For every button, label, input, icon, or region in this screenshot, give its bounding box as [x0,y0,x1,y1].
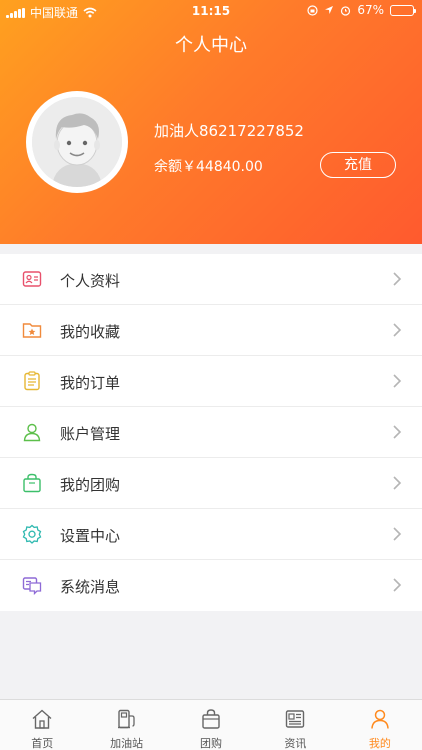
group-buy-bag-icon [23,473,41,493]
menu-item-label: 我的收藏 [60,323,121,341]
tab-label: 资讯 [284,737,307,750]
status-bar: 中国联通 11:15 67% [0,0,422,22]
avatar-image [32,97,122,187]
menu-item-label: 我的团购 [60,476,121,494]
news-icon [286,710,305,728]
shopping-bag-icon [202,709,220,729]
rotation-lock-icon [307,4,318,16]
tab-mine[interactable]: 我的 [338,700,422,750]
recharge-button[interactable]: 充值 [320,152,396,178]
menu-item-settings[interactable]: 设置中心 [0,509,422,560]
chevron-right-icon [393,425,402,439]
menu-item-favorites[interactable]: 我的收藏 [0,305,422,356]
tab-label: 团购 [200,737,223,750]
menu-item-label: 系统消息 [60,578,121,596]
menu-item-label: 个人资料 [60,272,121,290]
menu-item-label: 我的订单 [60,374,121,392]
tab-group-buy[interactable]: 团购 [169,700,253,750]
alarm-icon [341,5,351,16]
chevron-right-icon [393,578,402,592]
message-icon [22,577,42,595]
page-title: 个人中心 [175,35,247,56]
profile-header: 中国联通 11:15 67% 个人中心 加油人86217227852 余额￥44… [0,0,422,244]
settings-gear-icon [22,524,42,544]
menu-item-messages[interactable]: 系统消息 [0,560,422,611]
favorites-folder-icon [22,323,42,338]
account-person-icon [23,423,41,442]
menu-item-profile[interactable]: 个人资料 [0,254,422,305]
chevron-right-icon [393,323,402,337]
battery-percent: 67% [357,3,384,17]
tab-label: 加油站 [110,737,144,750]
chevron-right-icon [393,374,402,388]
menu-item-label: 设置中心 [60,527,121,545]
menu-list: 个人资料 我的收藏 我的订单 账户管理 我的团购 设置中心 系统消息 [0,254,422,611]
home-icon [32,709,52,729]
order-list-icon [24,371,40,391]
menu-item-orders[interactable]: 我的订单 [0,356,422,407]
chevron-right-icon [393,272,402,286]
person-icon [371,709,389,729]
avatar[interactable] [26,91,128,193]
chevron-right-icon [393,476,402,490]
tab-news[interactable]: 资讯 [253,700,337,750]
chevron-right-icon [393,527,402,541]
tab-label: 首页 [31,737,54,750]
location-icon [325,6,334,14]
tab-bar: 首页 加油站 团购 资讯 我的 [0,699,422,750]
menu-item-label: 账户管理 [60,425,121,443]
menu-item-group-buy[interactable]: 我的团购 [0,458,422,509]
user-name: 加油人86217227852 [154,122,304,140]
balance-text: 余额￥44840.00 [154,159,263,175]
tab-label: 我的 [368,737,391,750]
gas-pump-icon [117,709,135,729]
tab-home[interactable]: 首页 [0,700,84,750]
menu-item-account[interactable]: 账户管理 [0,407,422,458]
profile-card-icon [22,271,42,287]
tab-gas-station[interactable]: 加油站 [84,700,168,750]
battery-icon [390,4,416,16]
